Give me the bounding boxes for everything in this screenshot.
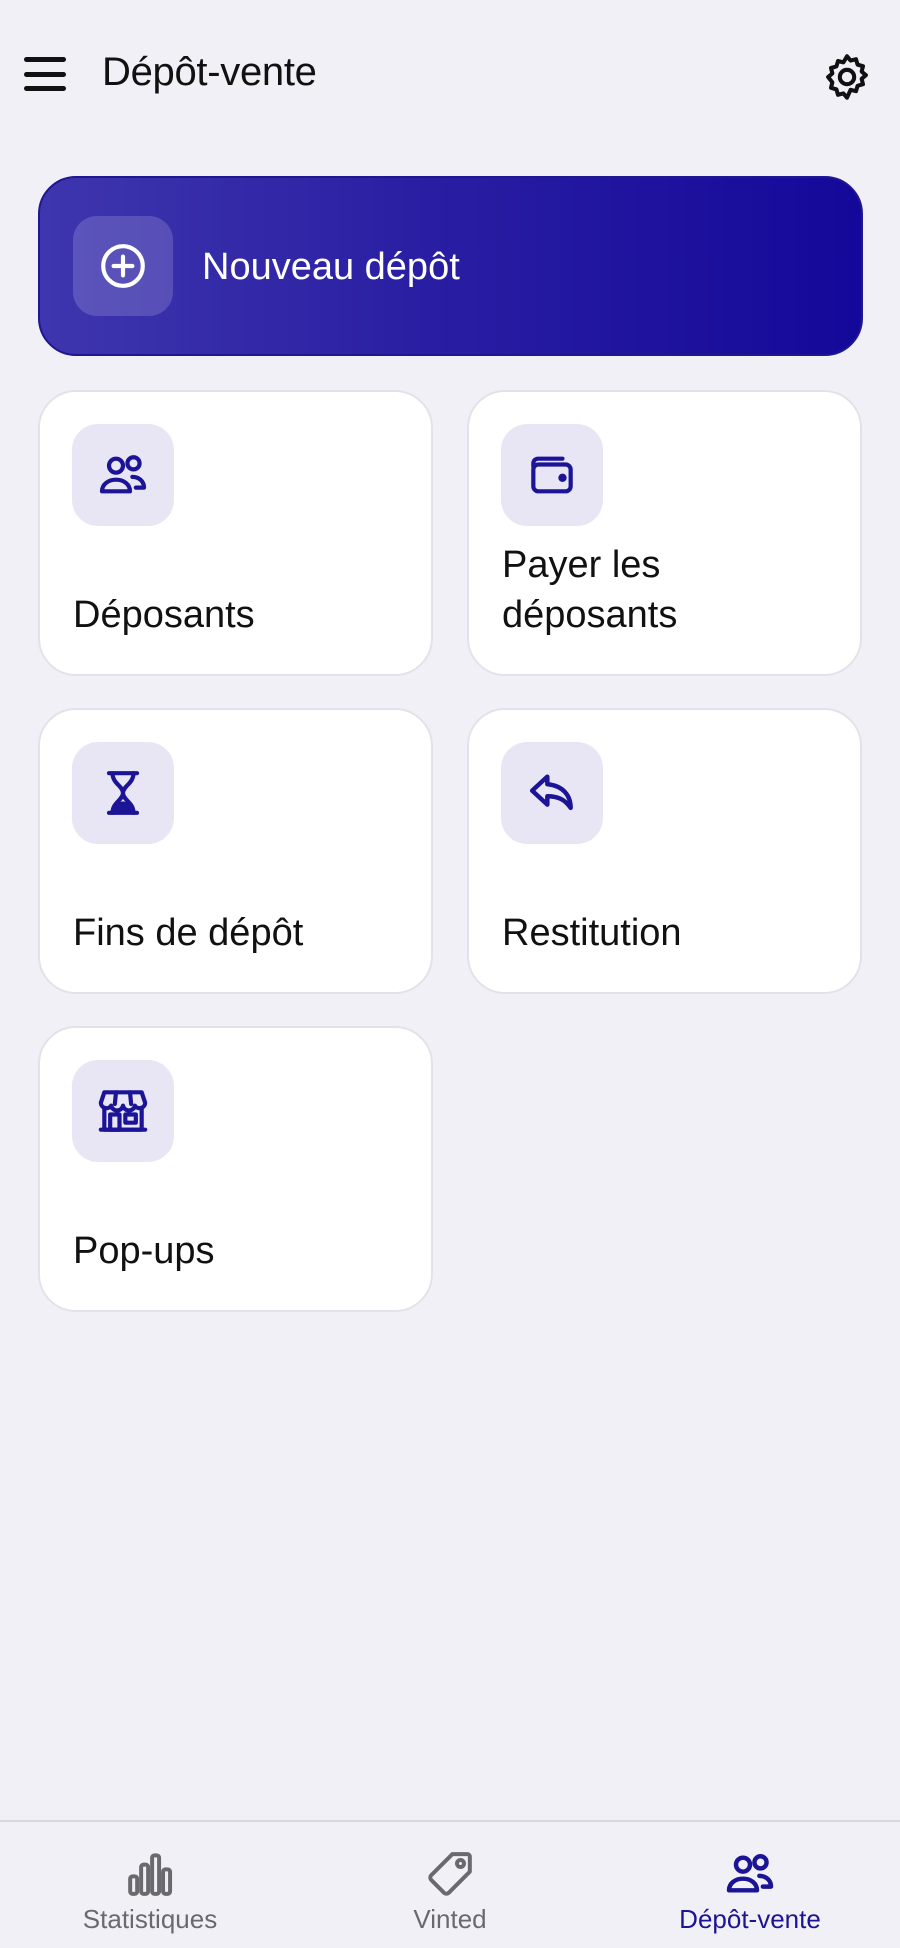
nav-statistics-label: Statistiques [82, 1904, 218, 1934]
depositors-label: Déposants [73, 594, 255, 636]
nav-depot-vente-label: Dépôt-vente [679, 1904, 821, 1934]
top-bar: Dépôt-vente [0, 0, 900, 150]
nav-statistics[interactable]: Statistiques [0, 1822, 300, 1948]
nav-vinted-label: Vinted [413, 1904, 487, 1934]
nav-vinted[interactable]: Vinted [300, 1822, 600, 1948]
popups-tile[interactable]: Pop-ups [38, 1026, 433, 1312]
tag-icon [422, 1846, 478, 1902]
depositors-tile[interactable]: Déposants [38, 390, 433, 676]
gear-icon[interactable] [820, 50, 874, 104]
restitution-tile[interactable]: Restitution [467, 708, 862, 994]
reply-arrow-icon [501, 742, 603, 844]
new-deposit-label: Nouveau dépôt [202, 246, 460, 288]
bottom-navigation: Statistiques Vinted Dépôt-vente [0, 1820, 900, 1948]
deposit-endings-tile[interactable]: Fins de dépôt [38, 708, 433, 994]
users-icon [72, 424, 174, 526]
page-title: Dépôt-vente [102, 50, 317, 94]
bar-chart-icon [122, 1846, 178, 1902]
users-icon [722, 1846, 778, 1902]
app-screen: Dépôt-vente Nouveau dépôt Déposants Paye… [0, 0, 900, 1948]
hourglass-icon [72, 742, 174, 844]
new-deposit-button[interactable]: Nouveau dépôt [38, 176, 863, 356]
wallet-icon [501, 424, 603, 526]
hamburger-menu-icon[interactable] [20, 52, 70, 96]
pay-depositors-tile[interactable]: Payer les déposants [467, 390, 862, 676]
storefront-icon [72, 1060, 174, 1162]
plus-circle-icon [73, 216, 173, 316]
pay-depositors-label: Payer les déposants [502, 544, 678, 636]
nav-depot-vente[interactable]: Dépôt-vente [600, 1822, 900, 1948]
restitution-label: Restitution [502, 912, 682, 954]
popups-label: Pop-ups [73, 1230, 215, 1272]
deposit-endings-label: Fins de dépôt [73, 912, 304, 954]
